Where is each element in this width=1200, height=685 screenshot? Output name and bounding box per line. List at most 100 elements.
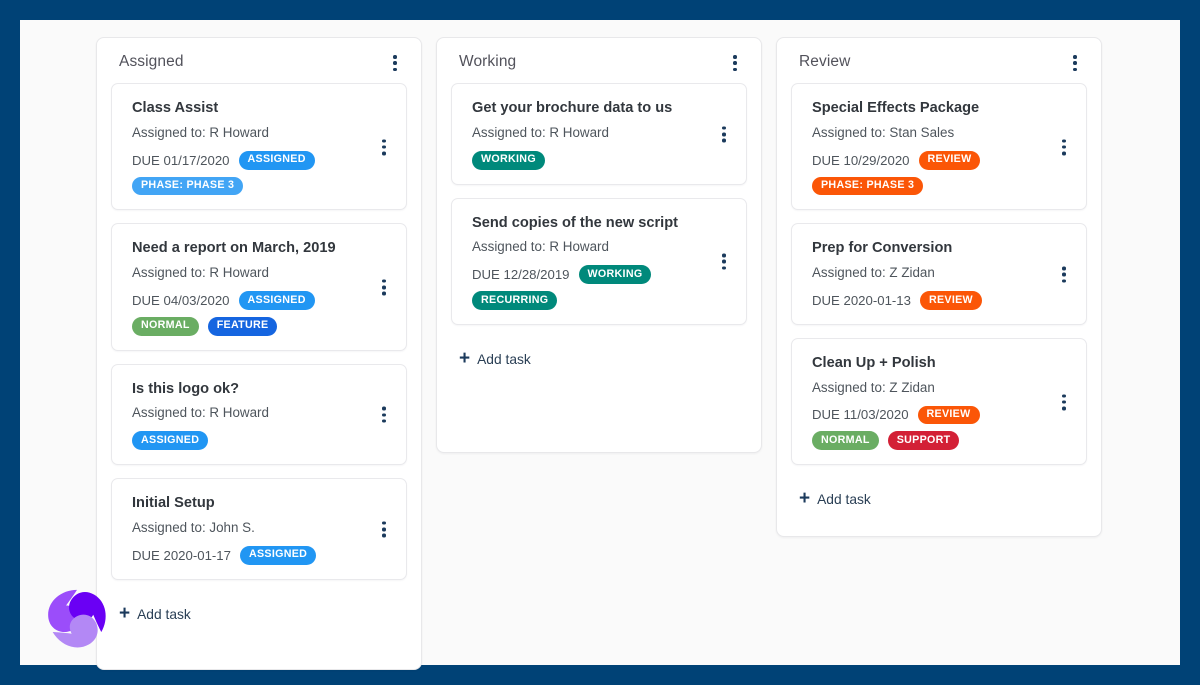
- kebab-dot: [733, 55, 737, 59]
- board-canvas: Assigned Class Assist Assigned to: R Howar…: [20, 20, 1180, 670]
- task-menu-icon[interactable]: [376, 278, 392, 296]
- kebab-dot: [1062, 406, 1066, 410]
- task-card[interactable]: Special Effects Package Assigned to: Stan…: [791, 83, 1087, 211]
- task-assignee: Assigned to: R Howard: [132, 405, 269, 421]
- kebab-dot: [382, 521, 386, 525]
- task-tag: REVIEW: [918, 150, 981, 170]
- column-menu-icon[interactable]: [727, 54, 743, 71]
- kebab-dot: [1062, 400, 1066, 404]
- kebab-dot: [382, 145, 386, 149]
- kebab-dot: [382, 279, 386, 283]
- kebab-dot: [1062, 279, 1066, 283]
- task-title: Special Effects Package: [812, 100, 980, 116]
- column-header: Assigned: [111, 52, 407, 71]
- task-title: Initial Setup: [132, 495, 215, 512]
- kebab-dot: [1062, 272, 1066, 277]
- task-menu-icon[interactable]: [716, 253, 732, 270]
- task-tag: REVIEW: [919, 291, 982, 310]
- task-tag: ASSIGNED: [132, 431, 209, 451]
- task-tag: WORKING: [472, 150, 545, 170]
- task-title: Clean Up + Polish: [812, 354, 936, 371]
- column-title: Assigned: [119, 53, 184, 70]
- task-assignee: Assigned to: John S.: [132, 519, 255, 535]
- task-meta: ASSIGNED: [132, 431, 366, 451]
- task-card[interactable]: Clean Up + Polish Assigned to: Z Zidan DUE…: [791, 337, 1087, 466]
- task-card[interactable]: Initial Setup Assigned to: John S. DUE 202…: [111, 478, 407, 580]
- kebab-dot: [382, 419, 386, 423]
- column-review: Review Special Effects Package Assigned to…: [776, 37, 1102, 537]
- kebab-dot: [393, 61, 397, 65]
- add-task-label: Add task: [137, 606, 191, 622]
- add-task-button[interactable]: + Add task: [451, 338, 747, 385]
- add-task-label: Add task: [477, 351, 531, 367]
- column-header: Working: [451, 52, 747, 71]
- task-meta: DUE 11/03/2020 REVIEW NORMAL SUPPORT: [812, 405, 1046, 451]
- task-meta: DUE 12/28/2019 WORKING RECURRING: [472, 265, 706, 310]
- kebab-dot: [1073, 55, 1077, 59]
- kebab-dot: [722, 266, 726, 270]
- kebab-dot: [382, 413, 386, 417]
- task-tag: NORMAL: [132, 316, 199, 336]
- task-due-date: DUE 10/29/2020: [812, 152, 910, 168]
- task-tag: ASSIGNED: [238, 150, 315, 170]
- task-title: Need a report on March, 2019: [132, 240, 336, 257]
- task-assignee: Assigned to: Z Zidan: [812, 379, 935, 395]
- column-menu-icon[interactable]: [387, 54, 403, 71]
- task-due-date: DUE 11/03/2020: [812, 407, 909, 423]
- task-menu-icon[interactable]: [376, 138, 392, 156]
- kebab-dot: [382, 406, 386, 411]
- kebab-dot: [722, 253, 726, 258]
- column-menu-icon[interactable]: [1067, 54, 1083, 71]
- kebab-dot: [1062, 151, 1066, 156]
- task-tag: REVIEW: [917, 405, 980, 425]
- task-meta: WORKING: [472, 150, 706, 170]
- task-tag: FEATURE: [207, 316, 278, 336]
- task-tag: WORKING: [578, 265, 652, 285]
- task-menu-icon[interactable]: [1056, 393, 1072, 410]
- kebab-dot: [722, 259, 726, 264]
- task-meta: DUE 04/03/2020 ASSIGNED NORMAL FEATURE: [132, 291, 366, 336]
- kebab-dot: [1062, 139, 1066, 143]
- task-card[interactable]: Send copies of the new script Assigned to…: [451, 197, 747, 325]
- kebab-dot: [382, 139, 386, 143]
- task-menu-icon[interactable]: [1056, 266, 1072, 283]
- pinwheel-logo: [38, 579, 116, 657]
- task-card[interactable]: Is this logo ok? Assigned to: R Howard ASS…: [111, 363, 407, 466]
- task-title: Class Assist: [132, 100, 219, 116]
- task-card[interactable]: Need a report on March, 2019 Assigned to:…: [111, 223, 407, 351]
- task-card[interactable]: Prep for Conversion Assigned to: Z Zidan D…: [791, 223, 1087, 325]
- column-assigned: Assigned Class Assist Assigned to: R Howar…: [96, 37, 422, 670]
- kebab-dot: [393, 67, 397, 71]
- kebab-dot: [722, 126, 726, 130]
- kebab-dot: [382, 527, 386, 532]
- column-header: Review: [791, 52, 1087, 71]
- task-assignee: Assigned to: Z Zidan: [812, 265, 935, 281]
- add-task-button[interactable]: + Add task: [791, 478, 1087, 525]
- task-menu-icon[interactable]: [716, 125, 732, 143]
- task-title: Prep for Conversion: [812, 240, 953, 257]
- task-tag: RECURRING: [472, 291, 558, 310]
- add-task-button[interactable]: + Add task: [111, 593, 407, 640]
- task-due-date: DUE 12/28/2019: [472, 267, 570, 283]
- task-menu-icon[interactable]: [376, 520, 392, 538]
- task-card[interactable]: Get your brochure data to us Assigned to:…: [451, 83, 747, 185]
- kebab-dot: [382, 151, 386, 156]
- task-tag: PHASE: PHASE 3: [132, 176, 244, 196]
- kebab-dot: [1073, 67, 1077, 71]
- task-due-date: DUE 2020-01-13: [812, 292, 911, 308]
- task-tag: SUPPORT: [887, 431, 960, 451]
- task-card[interactable]: Class Assist Assigned to: R Howard DUE 01/…: [111, 83, 407, 211]
- task-assignee: Assigned to: R Howard: [472, 124, 609, 140]
- task-menu-icon[interactable]: [1056, 138, 1072, 156]
- kebab-dot: [722, 138, 726, 143]
- task-due-date: DUE 2020-01-17: [132, 547, 231, 563]
- task-meta: DUE 10/29/2020 REVIEW PHASE: PHASE 3: [812, 150, 1046, 196]
- plus-icon: +: [799, 488, 811, 510]
- kanban-board: Assigned Class Assist Assigned to: R Howar…: [20, 20, 1180, 670]
- task-assignee: Assigned to: R Howard: [132, 124, 269, 140]
- task-due-date: DUE 04/03/2020: [132, 292, 230, 308]
- task-assignee: Assigned to: R Howard: [472, 239, 609, 255]
- kebab-dot: [382, 291, 386, 296]
- task-menu-icon[interactable]: [376, 406, 392, 423]
- task-tag: ASSIGNED: [238, 291, 315, 310]
